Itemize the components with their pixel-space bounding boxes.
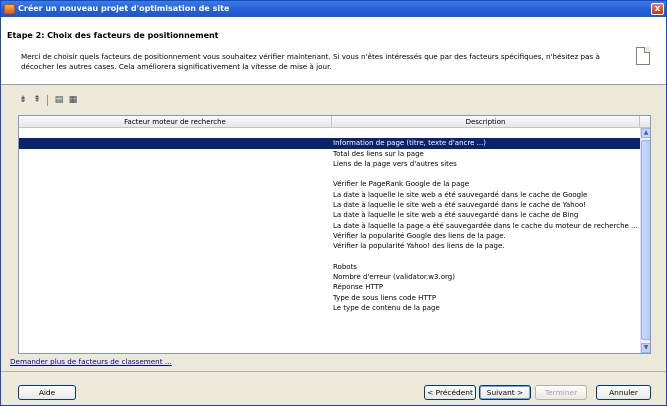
tree-row[interactable]: ✓Popularité Yahoo! de la pageVérifier la… bbox=[19, 241, 640, 251]
description-cell: La date à laquelle le site web a été sau… bbox=[333, 190, 588, 199]
description-cell: Liens de la page vers d'autres sites bbox=[333, 159, 457, 168]
tree-group-row[interactable]: −✓Facteurs Externes de positionnement de… bbox=[19, 169, 640, 179]
title-bar[interactable]: Créer un nouveau projet d'optimisation d… bbox=[1, 1, 666, 17]
description-cell: Robots bbox=[333, 262, 357, 271]
description-cell: Vérifier la popularité Yahoo! des liens … bbox=[333, 242, 505, 251]
tree-group-row[interactable]: −✓Facteurs divers de page bbox=[19, 252, 640, 262]
description-cell: Vérifier la popularité Google des liens … bbox=[333, 231, 506, 240]
previous-button[interactable]: < Précédent bbox=[424, 385, 476, 400]
description-cell: Type de sous liens code HTTP bbox=[333, 293, 437, 302]
wizard-window: Créer un nouveau projet d'optimisation d… bbox=[0, 0, 667, 406]
description-cell: Total des liens sur la page bbox=[333, 149, 424, 158]
window-title: Créer un nouveau projet d'optimisation d… bbox=[18, 4, 230, 13]
tree-row[interactable]: ✓Date du cache de GoogleLa date à laquel… bbox=[19, 190, 640, 200]
factor-tree[interactable]: Facteur moteur de recherche Description … bbox=[18, 115, 651, 354]
description-cell: La date à laquelle la page a été sauvega… bbox=[333, 221, 638, 230]
description-cell: Nombre d'erreur (validator.w3.org) bbox=[333, 273, 455, 282]
tree-row[interactable]: ✓Date du cache de BingLa date à laquelle… bbox=[19, 210, 640, 220]
column-header-description[interactable]: Description bbox=[332, 116, 640, 128]
tree-row[interactable]: ✓RobotsRobots bbox=[19, 262, 640, 272]
tree-row[interactable]: ✓Type de contenuLe type de contenu de la… bbox=[19, 303, 640, 313]
cancel-button[interactable]: Annuler bbox=[596, 385, 651, 400]
tree-row[interactable]: ✓Total des liensTotal des liens sur la p… bbox=[19, 149, 640, 159]
step-description: Merci de choisir quels facteurs de posit… bbox=[21, 52, 600, 71]
tree-row[interactable]: ✓PageRank Google de la pageVérifier le P… bbox=[19, 179, 640, 189]
tree-row[interactable]: ✓Type de sous liens code HTTPType de sou… bbox=[19, 293, 640, 303]
description-cell: Information de page (titre, texte d'ancr… bbox=[333, 139, 487, 148]
tree-group-row[interactable]: −✓Facteurs internes de positionnement de… bbox=[19, 128, 640, 138]
expand-all-icon[interactable]: ⇟ bbox=[17, 94, 29, 106]
toolbar-separator bbox=[47, 95, 48, 106]
vertical-scrollbar[interactable]: ▲ ▼ bbox=[640, 128, 650, 353]
uncheck-all-icon[interactable]: ▦ bbox=[67, 94, 79, 106]
description-cell: La date à laquelle le site web a été sau… bbox=[333, 211, 579, 220]
wizard-header: Etape 2: Choix des facteurs de positionn… bbox=[1, 17, 666, 85]
button-bar: Aide < Précédent Suivant > Terminer Annu… bbox=[1, 371, 666, 405]
column-header-factor[interactable]: Facteur moteur de recherche bbox=[19, 116, 332, 128]
next-button[interactable]: Suivant > bbox=[479, 385, 531, 400]
scroll-down-icon[interactable]: ▼ bbox=[641, 343, 650, 353]
check-all-icon[interactable]: ▤ bbox=[53, 94, 65, 106]
help-button[interactable]: Aide bbox=[18, 385, 76, 400]
app-icon bbox=[4, 4, 15, 14]
scrollbar-thumb[interactable] bbox=[641, 140, 650, 340]
collapse-all-icon[interactable]: ⇞ bbox=[31, 94, 43, 106]
tree-row[interactable]: ✓Réponse HTTPRéponse HTTP bbox=[19, 282, 640, 292]
scroll-up-icon[interactable]: ▲ bbox=[641, 128, 650, 138]
tree-row[interactable]: ✓Date du cache de Yahoo!La date à laquel… bbox=[19, 200, 640, 210]
tree-row[interactable]: ✓Nombre d'erreur (validator.w3.org)Nombr… bbox=[19, 272, 640, 282]
tree-header: Facteur moteur de recherche Description bbox=[19, 116, 650, 128]
more-factors-link[interactable]: Demander plus de facteurs de classement … bbox=[10, 357, 172, 366]
document-icon bbox=[636, 47, 650, 65]
description-cell: Vérifier le PageRank Google de la page bbox=[333, 180, 470, 189]
tree-row[interactable]: ✓Liens externesLiens de la page vers d'a… bbox=[19, 159, 640, 169]
step-title: Etape 2: Choix des facteurs de positionn… bbox=[7, 31, 219, 40]
description-cell: La date à laquelle le site web a été sau… bbox=[333, 201, 587, 210]
tree-row[interactable]: ✓Information de page (titre, texte d'anc… bbox=[19, 138, 640, 149]
tree-row[interactable]: ✓Date du cache dans YandexLa date à laqu… bbox=[19, 221, 640, 231]
finish-button[interactable]: Terminer bbox=[535, 385, 587, 400]
tree-row[interactable]: ✓Popularité Google de la pageVérifier la… bbox=[19, 231, 640, 241]
description-cell: Réponse HTTP bbox=[333, 283, 384, 292]
tree-rows: −✓Facteurs internes de positionnement de… bbox=[19, 128, 640, 313]
close-icon[interactable]: x bbox=[651, 3, 664, 15]
description-cell: Le type de contenu de la page bbox=[333, 304, 440, 313]
